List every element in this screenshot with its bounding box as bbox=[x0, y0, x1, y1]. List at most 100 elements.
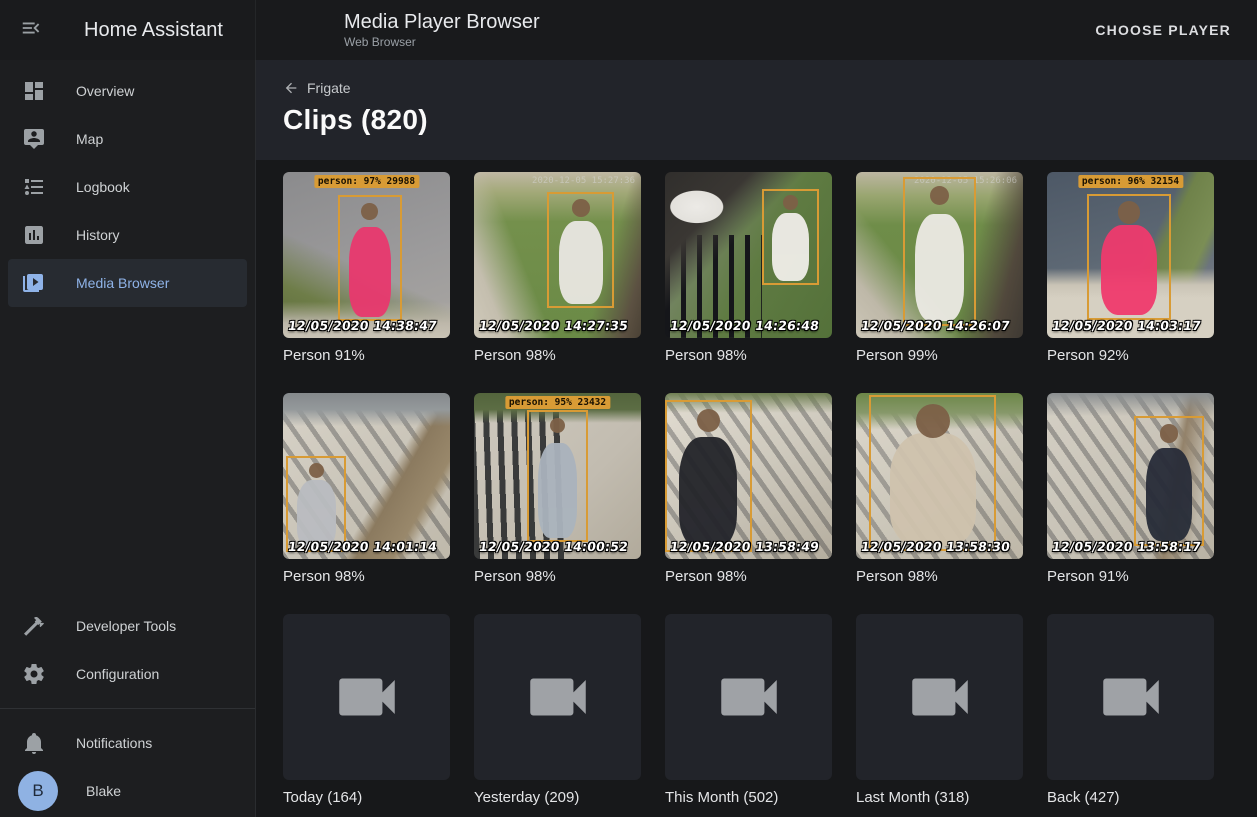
dashboard-icon bbox=[22, 79, 46, 103]
clip-label: Person 98% bbox=[665, 347, 832, 365]
detection-bbox bbox=[547, 192, 614, 308]
folder-item-back-427[interactable]: Back (427) bbox=[1047, 614, 1214, 807]
detection-bbox bbox=[665, 400, 752, 553]
clip-label: Person 91% bbox=[1047, 568, 1214, 586]
hammer-icon bbox=[22, 614, 46, 638]
folder-item-yesterday-209[interactable]: Yesterday (209) bbox=[474, 614, 641, 807]
sidebar-item-media-browser[interactable]: Media Browser bbox=[8, 259, 247, 307]
person-silhouette bbox=[679, 437, 737, 547]
choose-player-button[interactable]: CHOOSE PLAYER bbox=[1087, 14, 1239, 46]
sidebar-item-label: Configuration bbox=[76, 666, 159, 682]
sidebar-item-configuration[interactable]: Configuration bbox=[8, 650, 247, 698]
sidebar-item-label: Logbook bbox=[76, 179, 130, 195]
folder-thumbnail bbox=[474, 614, 641, 780]
clip-item[interactable]: 12/05/2020 14:01:14 Person 98% bbox=[283, 393, 450, 586]
detection-bbox bbox=[338, 195, 401, 321]
toolbar-titles: Media Player Browser Web Browser bbox=[344, 10, 540, 50]
clip-item[interactable]: 12/05/2020 13:58:49 Person 98% bbox=[665, 393, 832, 586]
list-icon bbox=[22, 175, 46, 199]
clip-item[interactable]: 12/05/2020 13:58:17 Person 91% bbox=[1047, 393, 1214, 586]
clip-item[interactable]: 12/05/2020 13:58:30Person 98% bbox=[856, 393, 1023, 586]
sidebar-item-label: Developer Tools bbox=[76, 618, 176, 634]
play-box-multiple-icon bbox=[22, 271, 46, 295]
clip-item[interactable]: 2020-12-05 15:27:36 12/05/2020 14:27:35 Pe… bbox=[474, 172, 641, 365]
toolbar: Media Player Browser Web Browser CHOOSE … bbox=[256, 0, 1257, 60]
folder-label: Back (427) bbox=[1047, 789, 1214, 807]
sidebar-item-developer-tools[interactable]: Developer Tools bbox=[8, 602, 247, 650]
clip-thumbnail: 2020-12-05 15:27:36 12/05/2020 14:27:35 bbox=[474, 172, 641, 338]
detection-bbox bbox=[286, 456, 346, 552]
sidebar-item-overview[interactable]: Overview bbox=[8, 67, 247, 115]
folder-thumbnail bbox=[856, 614, 1023, 780]
folder-thumbnail bbox=[1047, 614, 1214, 780]
clip-item[interactable]: person: 97% 2998812/05/2020 14:38:47 Pers… bbox=[283, 172, 450, 365]
clip-label: Person 98% bbox=[474, 568, 641, 586]
clip-item[interactable]: 2020-12-05 15:26:0612/05/2020 14:26:07Pe… bbox=[856, 172, 1023, 365]
person-silhouette bbox=[772, 213, 809, 281]
breadcrumb-back[interactable]: Frigate bbox=[283, 80, 351, 96]
person-silhouette bbox=[1146, 448, 1192, 541]
detection-chip: person: 95% 23432 bbox=[505, 396, 610, 409]
sidebar-item-label: Overview bbox=[76, 83, 134, 99]
clip-thumbnail: 12/05/2020 13:58:49 bbox=[665, 393, 832, 559]
video-icon bbox=[1094, 660, 1168, 734]
folder-label: Yesterday (209) bbox=[474, 789, 641, 807]
sidebar-item-history[interactable]: History bbox=[8, 211, 247, 259]
sidebar-item-notifications[interactable]: Notifications bbox=[8, 719, 247, 767]
camera-osd-text: 2020-12-05 15:27:36 bbox=[532, 176, 635, 186]
sidebar-bottom-nav: Notifications bbox=[0, 719, 255, 767]
main-content: Frigate Clips (820) person: 97% 2998812/… bbox=[256, 60, 1257, 817]
clip-label: Person 98% bbox=[856, 568, 1023, 586]
folder-item-this-month-502[interactable]: This Month (502) bbox=[665, 614, 832, 807]
bell-icon bbox=[22, 731, 46, 755]
clip-label: Person 98% bbox=[665, 568, 832, 586]
folder-item-last-month-318[interactable]: Last Month (318) bbox=[856, 614, 1023, 807]
clip-timestamp: 12/05/2020 14:01:14 bbox=[287, 539, 438, 554]
person-silhouette bbox=[890, 433, 976, 546]
video-icon bbox=[903, 660, 977, 734]
person-silhouette bbox=[559, 221, 603, 304]
content-body: person: 97% 2998812/05/2020 14:38:47 Pers… bbox=[256, 160, 1257, 817]
detection-chip: person: 97% 29988 bbox=[314, 175, 419, 188]
sidebar-nav: Overview Map Logbook HistoryMedia Browser bbox=[0, 60, 255, 602]
sidebar-item-map[interactable]: Map bbox=[8, 115, 247, 163]
sidebar-item-label: Map bbox=[76, 131, 103, 147]
detection-bbox bbox=[762, 189, 819, 285]
folder-label: This Month (502) bbox=[665, 789, 832, 807]
avatar: B bbox=[18, 771, 58, 811]
clip-label: Person 98% bbox=[474, 347, 641, 365]
sidebar-user[interactable]: B Blake bbox=[8, 767, 247, 815]
detection-bbox bbox=[1134, 416, 1204, 545]
clip-label: Person 91% bbox=[283, 347, 450, 365]
clip-thumbnail: 12/05/2020 13:58:17 bbox=[1047, 393, 1214, 559]
sidebar-item-logbook[interactable]: Logbook bbox=[8, 163, 247, 211]
sidebar-header: Home Assistant bbox=[0, 0, 256, 60]
clip-thumbnail: person: 97% 2998812/05/2020 14:38:47 bbox=[283, 172, 450, 338]
clip-item[interactable]: person: 96% 3215412/05/2020 14:03:17Pers… bbox=[1047, 172, 1214, 365]
account-tooltip-icon bbox=[22, 127, 46, 151]
detection-bbox bbox=[869, 395, 996, 551]
folder-thumbnail bbox=[283, 614, 450, 780]
clip-timestamp: 12/05/2020 14:27:35 bbox=[478, 318, 629, 333]
top-bar: Home Assistant Media Player Browser Web … bbox=[0, 0, 1257, 60]
video-icon bbox=[712, 660, 786, 734]
clip-timestamp: 12/05/2020 14:26:07 bbox=[860, 318, 1011, 333]
folder-item-today-164[interactable]: Today (164) bbox=[283, 614, 450, 807]
clip-timestamp: 12/05/2020 14:00:52 bbox=[478, 539, 629, 554]
sidebar-item-label: Notifications bbox=[76, 735, 152, 751]
clip-timestamp: 12/05/2020 13:58:17 bbox=[1051, 539, 1202, 554]
media-grid: person: 97% 2998812/05/2020 14:38:47 Pers… bbox=[283, 172, 1230, 807]
app-title: Home Assistant bbox=[84, 19, 223, 42]
user-name: Blake bbox=[86, 783, 121, 799]
clip-timestamp: 12/05/2020 13:58:49 bbox=[669, 539, 820, 554]
clip-item[interactable]: 12/05/2020 14:26:48Person 98% bbox=[665, 172, 832, 365]
detection-bbox bbox=[527, 410, 587, 543]
clip-item[interactable]: person: 95% 23432 12/05/2020 14:00:52 Pers… bbox=[474, 393, 641, 586]
clip-label: Person 98% bbox=[283, 568, 450, 586]
detection-bbox bbox=[903, 177, 976, 326]
video-icon bbox=[330, 660, 404, 734]
breadcrumb-label: Frigate bbox=[307, 80, 351, 96]
sidebar-toggle-button[interactable] bbox=[20, 18, 44, 42]
content-header: Frigate Clips (820) bbox=[256, 60, 1257, 160]
person-silhouette bbox=[915, 214, 964, 322]
